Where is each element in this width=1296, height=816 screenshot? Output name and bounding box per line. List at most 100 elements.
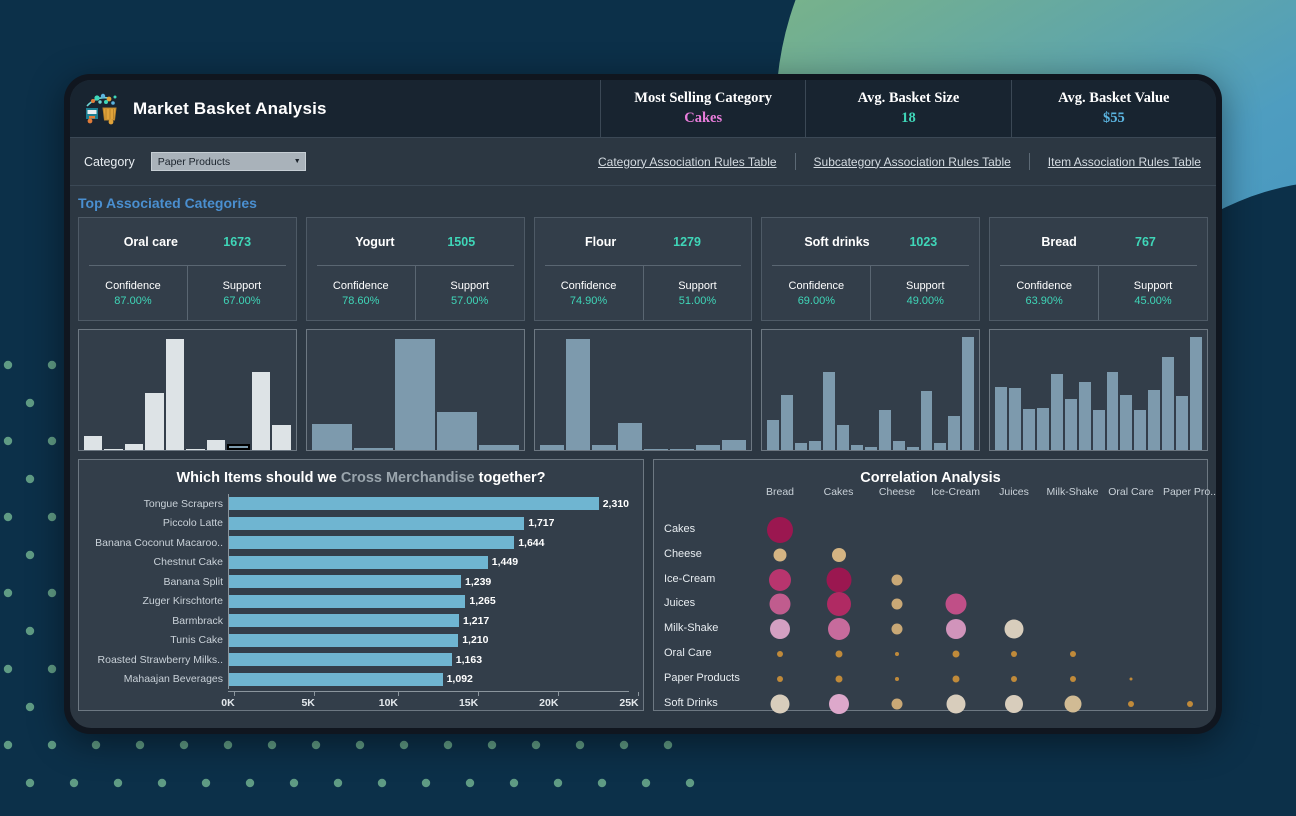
- bar-fill[interactable]: [229, 575, 461, 588]
- correlation-bubble[interactable]: [1187, 701, 1193, 707]
- correlation-bubble[interactable]: [1005, 620, 1024, 639]
- sparkline-bar[interactable]: [186, 449, 204, 450]
- sparkline-bar[interactable]: [566, 339, 590, 450]
- correlation-bubble[interactable]: [946, 619, 966, 639]
- sparkline-bar[interactable]: [437, 412, 477, 450]
- sparkline-5[interactable]: [989, 329, 1208, 451]
- association-card-oral-care[interactable]: Oral care1673Confidence87.00%Support67.0…: [78, 217, 297, 321]
- bar-fill[interactable]: [229, 536, 514, 549]
- sparkline-bar[interactable]: [921, 391, 933, 450]
- bar-chart-row[interactable]: Banana Split1,239: [85, 572, 629, 592]
- bar-fill[interactable]: [229, 673, 443, 686]
- sparkline-bar[interactable]: [722, 440, 746, 450]
- correlation-bubble[interactable]: [952, 675, 959, 682]
- sparkline-bar[interactable]: [781, 395, 793, 450]
- sparkline-bar[interactable]: [1093, 410, 1105, 450]
- sparkline-bar[interactable]: [1120, 395, 1132, 450]
- sparkline-bar[interactable]: [252, 372, 270, 450]
- sparkline-bar[interactable]: [1023, 409, 1035, 450]
- bar-fill[interactable]: [229, 653, 452, 666]
- bar-fill[interactable]: [229, 517, 524, 530]
- bar-fill[interactable]: [229, 614, 459, 627]
- correlation-bubble[interactable]: [1005, 695, 1023, 713]
- sparkline-bar[interactable]: [948, 416, 960, 450]
- sparkline-bar[interactable]: [354, 448, 394, 450]
- association-card-yogurt[interactable]: Yogurt1505Confidence78.60%Support57.00%: [306, 217, 525, 321]
- correlation-bubble[interactable]: [826, 567, 851, 592]
- link-item-association-rules-table[interactable]: Item Association Rules Table: [1030, 155, 1216, 169]
- sparkline-bar[interactable]: [1065, 399, 1077, 450]
- correlation-bubble[interactable]: [892, 599, 903, 610]
- sparkline-bar[interactable]: [934, 443, 946, 450]
- sparkline-bar[interactable]: [1009, 388, 1021, 450]
- bar-chart-row[interactable]: Mahaajan Beverages1,092: [85, 670, 629, 690]
- correlation-bubble[interactable]: [892, 698, 903, 709]
- sparkline-bar[interactable]: [1107, 372, 1119, 450]
- link-subcategory-association-rules-table[interactable]: Subcategory Association Rules Table: [796, 155, 1029, 169]
- sparkline-bar[interactable]: [907, 447, 919, 450]
- bar-chart-row[interactable]: Roasted Strawberry Milks..1,163: [85, 650, 629, 670]
- sparkline-1[interactable]: [78, 329, 297, 451]
- sparkline-bar[interactable]: [479, 445, 519, 450]
- sparkline-bar[interactable]: [1162, 357, 1174, 450]
- category-select[interactable]: Paper Products ▼: [151, 152, 306, 171]
- correlation-bubble[interactable]: [892, 624, 903, 635]
- correlation-bubble[interactable]: [1070, 651, 1076, 657]
- bar-chart-row[interactable]: Tunis Cake1,210: [85, 631, 629, 651]
- sparkline-bar[interactable]: [1190, 337, 1202, 450]
- sparkline-bar[interactable]: [962, 337, 974, 450]
- bar-chart-row[interactable]: Barmbrack1,217: [85, 611, 629, 631]
- sparkline-bar[interactable]: [696, 445, 720, 450]
- correlation-bubble[interactable]: [770, 594, 791, 615]
- sparkline-bar[interactable]: [145, 393, 163, 450]
- sparkline-bar[interactable]: [995, 387, 1007, 450]
- sparkline-bar[interactable]: [104, 449, 122, 450]
- correlation-bubble[interactable]: [946, 694, 965, 713]
- sparkline-bar[interactable]: [1051, 374, 1063, 450]
- correlation-bubble[interactable]: [1070, 676, 1076, 682]
- sparkline-bar[interactable]: [823, 372, 835, 450]
- sparkline-bar[interactable]: [1037, 408, 1049, 450]
- sparkline-bar[interactable]: [851, 445, 863, 450]
- sparkline-bar[interactable]: [592, 445, 616, 450]
- sparkline-bar[interactable]: [166, 339, 184, 450]
- sparkline-bar[interactable]: [618, 423, 642, 450]
- link-category-association-rules-table[interactable]: Category Association Rules Table: [580, 155, 795, 169]
- correlation-bubble[interactable]: [835, 675, 842, 682]
- correlation-bubble[interactable]: [828, 618, 850, 640]
- sparkline-2[interactable]: [306, 329, 525, 451]
- correlation-bubble[interactable]: [945, 594, 966, 615]
- sparkline-3[interactable]: [534, 329, 753, 451]
- correlation-bubble[interactable]: [895, 652, 899, 656]
- bar-chart-row[interactable]: Tongue Scrapers2,310: [85, 494, 629, 514]
- sparkline-bar[interactable]: [1176, 396, 1188, 450]
- correlation-bubble[interactable]: [769, 569, 791, 591]
- sparkline-bar[interactable]: [795, 443, 807, 450]
- correlation-bubble[interactable]: [770, 619, 790, 639]
- correlation-bubble[interactable]: [1130, 677, 1133, 680]
- correlation-bubble[interactable]: [895, 677, 899, 681]
- correlation-bubble[interactable]: [827, 592, 851, 616]
- correlation-bubble[interactable]: [835, 651, 842, 658]
- correlation-bubble[interactable]: [1064, 695, 1081, 712]
- correlation-bubble[interactable]: [771, 694, 790, 713]
- sparkline-bar[interactable]: [837, 425, 849, 450]
- bar-chart-row[interactable]: Zuger Kirschtorte1,265: [85, 592, 629, 612]
- sparkline-4[interactable]: [761, 329, 980, 451]
- association-card-bread[interactable]: Bread767Confidence63.90%Support45.00%: [989, 217, 1208, 321]
- sparkline-bar[interactable]: [767, 420, 779, 450]
- correlation-bubble[interactable]: [777, 676, 783, 682]
- bar-fill[interactable]: [229, 595, 465, 608]
- correlation-bubble[interactable]: [832, 548, 846, 562]
- sparkline-bar[interactable]: [1148, 390, 1160, 450]
- correlation-bubble[interactable]: [767, 517, 793, 543]
- bar-chart-row[interactable]: Banana Coconut Macaroo..1,644: [85, 533, 629, 553]
- sparkline-bar[interactable]: [84, 436, 102, 450]
- sparkline-bar[interactable]: [1079, 382, 1091, 450]
- sparkline-bar[interactable]: [893, 441, 905, 450]
- sparkline-bar[interactable]: [670, 449, 694, 450]
- sparkline-bar[interactable]: [879, 410, 891, 450]
- correlation-bubble[interactable]: [952, 651, 959, 658]
- bar-fill[interactable]: [229, 634, 458, 647]
- association-card-soft-drinks[interactable]: Soft drinks1023Confidence69.00%Support49…: [761, 217, 980, 321]
